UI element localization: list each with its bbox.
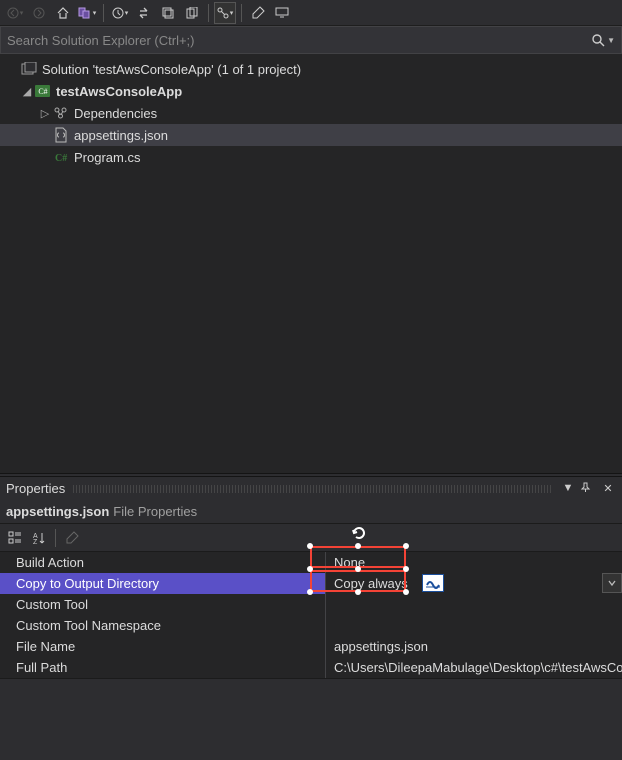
rotate-handle-icon[interactable] bbox=[350, 524, 368, 542]
csharp-file-icon: C# bbox=[52, 149, 70, 165]
property-name: File Name bbox=[0, 636, 326, 657]
property-row-custom-tool-namespace[interactable]: Custom Tool Namespace bbox=[0, 615, 622, 636]
property-row-full-path[interactable]: Full Path C:\Users\DileepaMabulage\Deskt… bbox=[0, 657, 622, 678]
property-value-text: Copy always bbox=[334, 576, 408, 591]
search-dropdown-icon[interactable]: ▼ bbox=[607, 36, 615, 45]
property-name: Copy to Output Directory bbox=[0, 573, 326, 594]
switch-views-button[interactable] bbox=[76, 2, 98, 24]
selected-object-name: appsettings.json bbox=[6, 504, 109, 519]
property-row-file-name[interactable]: File Name appsettings.json bbox=[0, 636, 622, 657]
properties-button[interactable] bbox=[247, 2, 269, 24]
properties-toolbar: AZ bbox=[0, 524, 622, 552]
panel-dropdown-icon[interactable]: ▼ bbox=[560, 482, 576, 495]
preview-selected-items-button[interactable] bbox=[214, 2, 236, 24]
dependencies-node[interactable]: ▷ Dependencies bbox=[0, 102, 622, 124]
property-name: Custom Tool bbox=[0, 594, 326, 615]
home-button[interactable] bbox=[52, 2, 74, 24]
dependencies-label: Dependencies bbox=[74, 106, 157, 121]
panel-grip[interactable] bbox=[73, 485, 552, 493]
program-file-node[interactable]: ▷ C# Program.cs bbox=[0, 146, 622, 168]
program-label: Program.cs bbox=[74, 150, 140, 165]
property-name: Full Path bbox=[0, 657, 326, 678]
properties-object-selector[interactable]: appsettings.json File Properties bbox=[0, 500, 622, 524]
forward-button[interactable] bbox=[28, 2, 50, 24]
show-all-files-button[interactable] bbox=[181, 2, 203, 24]
back-button[interactable] bbox=[4, 2, 26, 24]
property-value[interactable]: C:\Users\DileepaMabulage\Desktop\c#\test… bbox=[326, 657, 622, 678]
svg-text:C#: C# bbox=[55, 153, 67, 164]
collapse-icon[interactable]: ◢ bbox=[20, 85, 34, 98]
solution-explorer-tree: ▷ Solution 'testAwsConsoleApp' (1 of 1 p… bbox=[0, 54, 622, 473]
dropdown-button[interactable] bbox=[602, 573, 622, 593]
dependencies-icon bbox=[52, 105, 70, 121]
svg-text:C#: C# bbox=[38, 87, 47, 96]
smart-tag-icon[interactable] bbox=[422, 574, 444, 592]
selected-object-type: File Properties bbox=[113, 504, 197, 519]
appsettings-label: appsettings.json bbox=[74, 128, 168, 143]
solution-icon bbox=[20, 61, 38, 77]
properties-panel-header: Properties ▼ ✕ bbox=[0, 476, 622, 500]
property-value[interactable]: None bbox=[326, 552, 622, 573]
view-code-button[interactable] bbox=[271, 2, 293, 24]
collapse-all-button[interactable] bbox=[157, 2, 179, 24]
property-value[interactable]: appsettings.json bbox=[326, 636, 622, 657]
csharp-project-icon: C# bbox=[34, 83, 52, 99]
json-file-icon bbox=[52, 127, 70, 143]
pin-icon[interactable] bbox=[580, 482, 596, 495]
project-node[interactable]: ◢ C# testAwsConsoleApp bbox=[0, 80, 622, 102]
sync-with-active-document-button[interactable] bbox=[133, 2, 155, 24]
property-value[interactable] bbox=[326, 594, 622, 615]
properties-panel-title: Properties bbox=[6, 481, 65, 496]
expand-icon[interactable]: ▷ bbox=[38, 107, 52, 120]
pending-changes-filter-button[interactable] bbox=[109, 2, 131, 24]
categorized-button[interactable] bbox=[4, 527, 26, 549]
property-name: Custom Tool Namespace bbox=[0, 615, 326, 636]
property-pages-button bbox=[61, 527, 83, 549]
property-value[interactable]: Copy always bbox=[326, 573, 622, 594]
property-description-area bbox=[0, 678, 622, 760]
properties-grid: Build Action None Copy to Output Directo… bbox=[0, 552, 622, 678]
solution-explorer-toolbar bbox=[0, 0, 622, 26]
property-value[interactable] bbox=[326, 615, 622, 636]
search-placeholder: Search Solution Explorer (Ctrl+;) bbox=[7, 33, 591, 48]
search-solution-explorer-input[interactable]: Search Solution Explorer (Ctrl+;) ▼ bbox=[0, 26, 622, 54]
search-icon[interactable] bbox=[591, 33, 605, 47]
property-row-build-action[interactable]: Build Action None bbox=[0, 552, 622, 573]
solution-label: Solution 'testAwsConsoleApp' (1 of 1 pro… bbox=[42, 62, 301, 77]
alphabetical-button[interactable]: AZ bbox=[28, 527, 50, 549]
solution-node[interactable]: ▷ Solution 'testAwsConsoleApp' (1 of 1 p… bbox=[0, 58, 622, 80]
svg-text:Z: Z bbox=[33, 539, 38, 545]
project-label: testAwsConsoleApp bbox=[56, 84, 182, 99]
property-row-copy-to-output[interactable]: Copy to Output Directory Copy always bbox=[0, 573, 622, 594]
property-row-custom-tool[interactable]: Custom Tool bbox=[0, 594, 622, 615]
close-icon[interactable]: ✕ bbox=[600, 482, 616, 495]
property-name: Build Action bbox=[0, 552, 326, 573]
appsettings-file-node[interactable]: ▷ appsettings.json bbox=[0, 124, 622, 146]
